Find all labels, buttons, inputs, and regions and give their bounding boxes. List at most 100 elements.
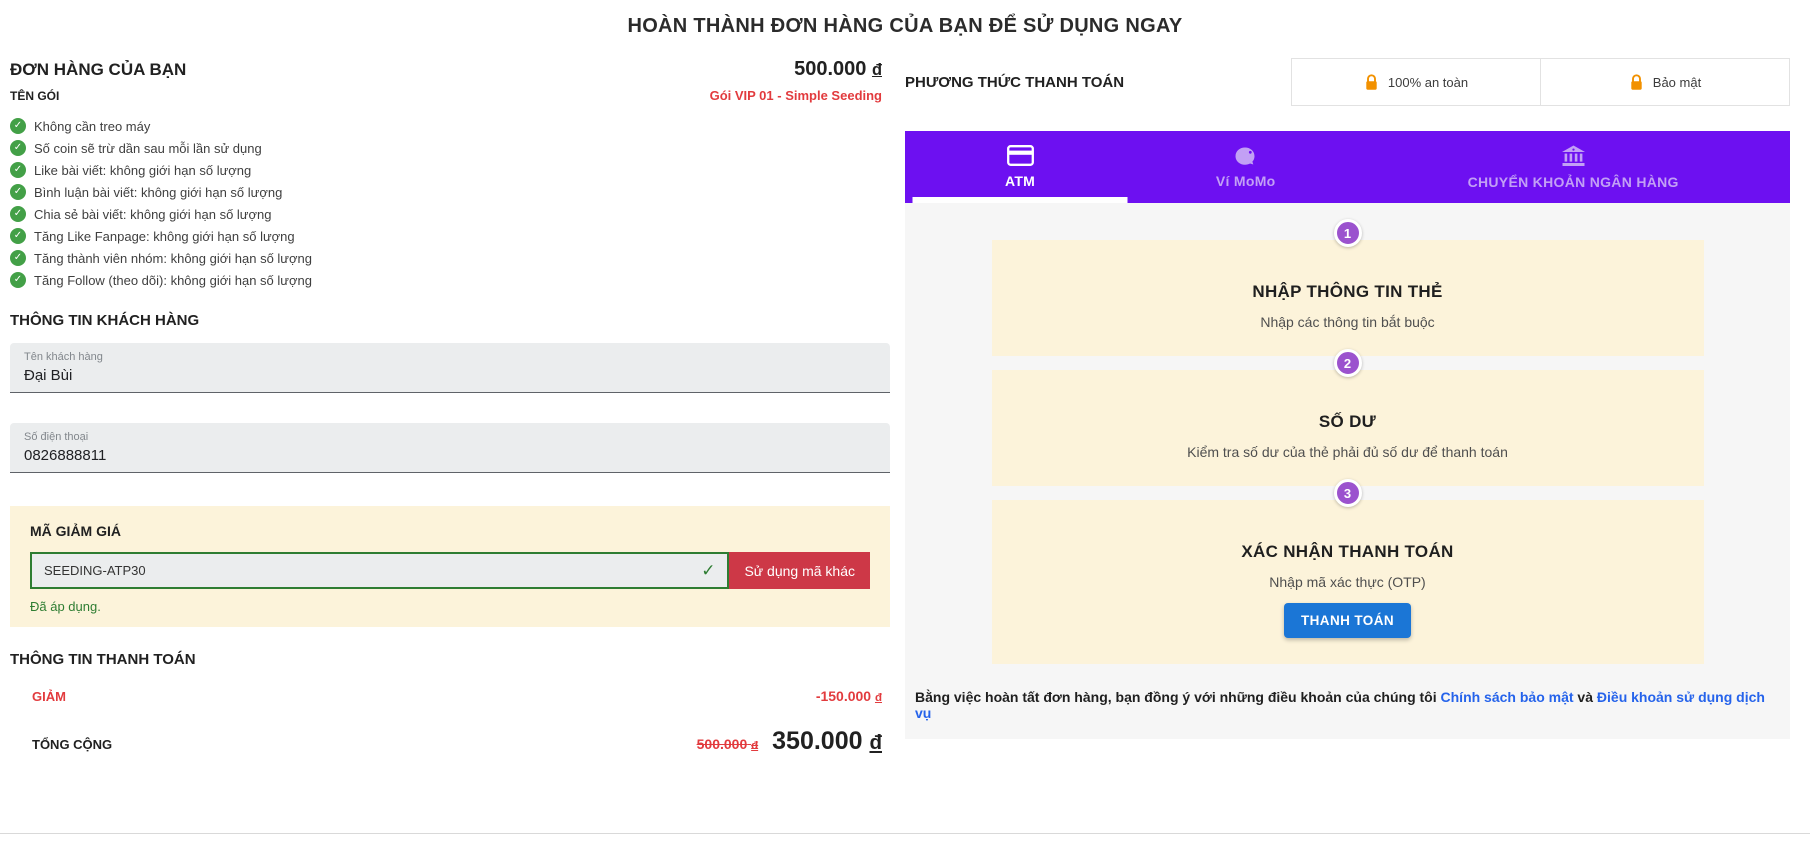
check-circle-icon: ✓ — [10, 184, 26, 200]
step-number-badge: 2 — [1334, 349, 1362, 377]
phone-field[interactable]: Số điện thoại 0826888811 — [10, 423, 890, 473]
feature-item: ✓ Like bài viết: không giới hạn số lượng — [10, 162, 890, 178]
feature-text: Tăng Like Fanpage: không giới hạn số lượ… — [34, 229, 295, 244]
step-title: XÁC NHẬN THANH TOÁN — [1016, 542, 1680, 562]
privacy-policy-link[interactable]: Chính sách bảo mật — [1441, 689, 1574, 705]
check-circle-icon: ✓ — [10, 118, 26, 134]
payment-info-heading: THÔNG TIN THANH TOÁN — [10, 651, 890, 668]
step-number-badge: 3 — [1334, 479, 1362, 507]
total-row: TỔNG CỘNG 500.000 đ 350.000 đ — [10, 727, 890, 756]
tab-bank-label: CHUYỂN KHOẢN NGÂN HÀNG — [1468, 174, 1679, 190]
customer-name-field[interactable]: Tên khách hàng Đại Bùi — [10, 343, 890, 393]
payment-method-header: PHƯƠNG THỨC THANH TOÁN 100% an toàn Bảo … — [905, 58, 1790, 106]
currency-symbol: đ — [751, 740, 758, 752]
order-price: 500.000 đ — [794, 58, 890, 81]
customer-name-value: Đại Bùi — [24, 367, 876, 384]
lock-icon — [1629, 74, 1644, 91]
coupon-applied-status: Đã áp dụng. — [30, 599, 870, 614]
feature-item: ✓Chia sẻ bài viết: không giới hạn số lượ… — [10, 206, 890, 222]
step-number-badge: 1 — [1334, 219, 1362, 247]
tab-momo[interactable]: Ví MoMo — [1135, 131, 1356, 203]
coupon-heading: MÃ GIẢM GIÁ — [30, 523, 870, 539]
feature-text: Like bài viết: không giới hạn số lượng — [34, 163, 251, 178]
discount-amount: -150.000 — [816, 688, 871, 704]
feature-list: ✓ Không cần treo máy ✓ Số coin sẽ trừ dần … — [10, 118, 890, 288]
safe-badge: 100% an toàn — [1291, 58, 1541, 106]
terms-disclaimer: Bằng việc hoàn tất đơn hàng, bạn đồng ý … — [905, 675, 1790, 739]
check-circle-icon: ✓ — [10, 250, 26, 266]
check-circle-icon: ✓ — [10, 140, 26, 156]
step-title: NHẬP THÔNG TIN THẺ — [1016, 282, 1680, 302]
currency-symbol: đ — [872, 61, 882, 79]
total-values: 500.000 đ 350.000 đ — [697, 727, 890, 756]
feature-item: ✓ Tăng Follow (theo dõi): không giới hạn … — [10, 272, 890, 288]
check-circle-icon: ✓ — [10, 272, 26, 288]
feature-text: Số coin sẽ trừ dần sau mỗi lần sử dụng — [34, 141, 262, 156]
discount-row: GIẢM -150.000 đ — [10, 688, 890, 704]
check-circle-icon: ✓ — [10, 162, 26, 178]
disclaimer-conjunction: và — [1574, 689, 1597, 705]
feature-text: Tăng Follow (theo dõi): không giới hạn s… — [34, 273, 312, 288]
tab-atm[interactable]: ATM — [905, 131, 1135, 203]
coupon-section: MÃ GIẢM GIÁ SEEDING-ATP30 ✓ Sử dụng mã k… — [10, 506, 890, 627]
feature-text: Không cần treo máy — [34, 119, 150, 134]
payment-tabs: ATM Ví MoMo CHUYỂN KHOẢN NGÂN HÀNG — [905, 131, 1790, 203]
currency-symbol: đ — [875, 692, 882, 704]
order-header: ĐƠN HÀNG CỦA BẠN 500.000 đ — [10, 58, 890, 81]
tab-momo-label: Ví MoMo — [1216, 173, 1276, 189]
disclaimer-text: Bằng việc hoàn tất đơn hàng, bạn đồng ý … — [915, 689, 1441, 705]
package-row: TÊN GÓI Gói VIP 01 - Simple Seeding — [10, 88, 890, 103]
package-name: Gói VIP 01 - Simple Seeding — [710, 88, 890, 103]
feature-text: Bình luận bài viết: không giới hạn số lư… — [34, 185, 282, 200]
atm-card-icon — [1007, 145, 1034, 166]
use-other-coupon-button[interactable]: Sử dụng mã khác — [729, 552, 870, 589]
feature-item: ✓ Tăng thành viên nhóm: không giới hạn số… — [10, 250, 890, 266]
payment-method-heading: PHƯƠNG THỨC THANH TOÁN — [905, 74, 1124, 91]
active-tab-indicator — [913, 197, 1128, 203]
step-title: SỐ DƯ — [1016, 412, 1680, 432]
tab-atm-label: ATM — [1005, 173, 1035, 189]
phone-label: Số điện thoại — [24, 431, 876, 443]
coupon-row: SEEDING-ATP30 ✓ Sử dụng mã khác — [30, 552, 870, 589]
secure-badge: Bảo mật — [1540, 58, 1790, 106]
feature-item: ✓ Số coin sẽ trừ dần sau mỗi lần sử dụng — [10, 140, 890, 156]
check-circle-icon: ✓ — [10, 206, 26, 222]
order-column: ĐƠN HÀNG CỦA BẠN 500.000 đ TÊN GÓI Gói V… — [10, 58, 890, 756]
order-price-amount: 500.000 — [794, 58, 866, 80]
phone-value: 0826888811 — [24, 447, 876, 464]
step-subtitle: Nhập mã xác thực (OTP) — [1016, 574, 1680, 590]
feature-text: Tăng thành viên nhóm: không giới hạn số … — [34, 251, 312, 266]
momo-wallet-icon — [1234, 146, 1257, 166]
pay-button[interactable]: THANH TOÁN — [1284, 603, 1411, 638]
main-content: ĐƠN HÀNG CỦA BẠN 500.000 đ TÊN GÓI Gói V… — [0, 38, 1810, 756]
discount-value: -150.000 đ — [816, 688, 890, 704]
discount-label: GIẢM — [32, 689, 66, 704]
total-final-price: 350.000 đ — [772, 727, 882, 756]
total-old-price: 500.000 đ — [697, 736, 759, 752]
step-balance: SỐ DƯ Kiểm tra số dư của thẻ phải đủ số … — [992, 370, 1704, 486]
customer-info-heading: THÔNG TIN KHÁCH HÀNG — [10, 312, 890, 329]
bank-icon — [1561, 145, 1586, 167]
step-card-info: NHẬP THÔNG TIN THẺ Nhập các thông tin bắ… — [992, 240, 1704, 356]
step-confirm-payment: XÁC NHẬN THANH TOÁN Nhập mã xác thực (OT… — [992, 500, 1704, 664]
check-circle-icon: ✓ — [10, 228, 26, 244]
feature-item: ✓ Tăng Like Fanpage: không giới hạn số lư… — [10, 228, 890, 244]
step-subtitle: Nhập các thông tin bắt buộc — [1016, 314, 1680, 330]
payment-steps: 1 NHẬP THÔNG TIN THẺ Nhập các thông tin … — [905, 203, 1790, 739]
feature-item: ✓ Không cần treo máy — [10, 118, 890, 134]
security-badges: 100% an toàn Bảo mật — [1291, 58, 1790, 106]
page-title: HOÀN THÀNH ĐƠN HÀNG CỦA BẠN ĐỂ SỬ DỤNG N… — [0, 0, 1810, 38]
package-label: TÊN GÓI — [10, 89, 59, 103]
safe-badge-label: 100% an toàn — [1388, 75, 1468, 90]
total-old-amount: 500.000 — [697, 736, 748, 752]
coupon-code-value: SEEDING-ATP30 — [44, 563, 146, 578]
coupon-code-input[interactable]: SEEDING-ATP30 ✓ — [30, 552, 729, 589]
payment-panel: ATM Ví MoMo CHUYỂN KHOẢN NGÂN HÀNG 1 NHẬ… — [905, 131, 1790, 739]
secure-badge-label: Bảo mật — [1653, 75, 1701, 90]
feature-item: ✓ Bình luận bài viết: không giới hạn số l… — [10, 184, 890, 200]
step-subtitle: Kiểm tra số dư của thẻ phải đủ số dư để … — [1016, 444, 1680, 460]
total-label: TỔNG CỘNG — [32, 737, 112, 752]
total-final-amount: 350.000 — [772, 727, 862, 755]
coupon-valid-check-icon: ✓ — [701, 561, 715, 581]
tab-bank-transfer[interactable]: CHUYỂN KHOẢN NGÂN HÀNG — [1356, 131, 1790, 203]
